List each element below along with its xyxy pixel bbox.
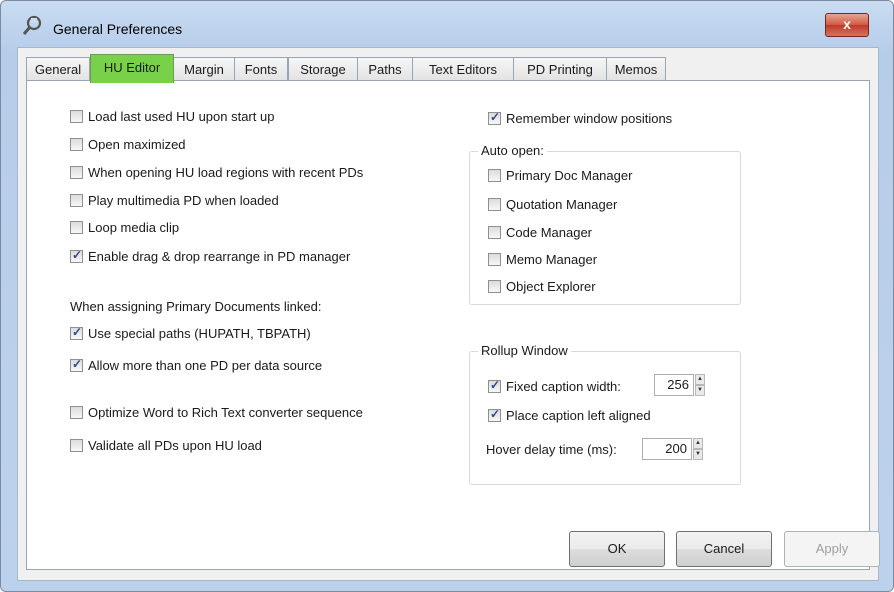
checkbox-box <box>488 407 501 422</box>
spinner-buttons: ▲ ▼ <box>695 374 705 396</box>
tab-paths[interactable]: Paths <box>357 57 413 82</box>
close-button[interactable]: x <box>825 13 869 37</box>
spin-down-icon[interactable]: ▼ <box>695 385 705 396</box>
auto-open-title: Auto open: <box>478 143 547 158</box>
caption-width-spinner: 256 ▲ ▼ <box>654 374 705 396</box>
checkbox-box <box>70 166 83 179</box>
checkbox-box <box>70 357 83 372</box>
window-title: General Preferences <box>53 21 183 37</box>
tab-margin[interactable]: Margin <box>173 57 235 82</box>
checkbox-box <box>70 248 83 263</box>
tab-general[interactable]: General <box>26 57 90 82</box>
checkbox-label: Place caption left aligned <box>506 408 651 423</box>
load-last-hu-checkbox[interactable]: Load last used HU upon start up <box>70 109 274 124</box>
place-caption-checkbox[interactable]: Place caption left aligned <box>488 407 651 423</box>
checkbox-label: Fixed caption width: <box>506 379 621 394</box>
rollup-window-title: Rollup Window <box>478 343 571 358</box>
wrench-icon <box>22 15 42 35</box>
rollup-window-group: Rollup Window Fixed caption width: 256 ▲… <box>469 343 741 485</box>
checkbox-box <box>488 378 501 393</box>
checkbox-box <box>70 110 83 123</box>
ok-button[interactable]: OK <box>569 531 665 567</box>
preferences-window: General Preferences x General HU Editor … <box>0 0 894 592</box>
checkbox-label: Object Explorer <box>506 279 596 294</box>
checkbox-label: Load last used HU upon start up <box>88 109 275 124</box>
auto-open-code-checkbox[interactable]: Code Manager <box>488 225 592 240</box>
validate-pds-checkbox[interactable]: Validate all PDs upon HU load <box>70 438 262 453</box>
hover-delay-label: Hover delay time (ms): <box>486 442 617 457</box>
checkbox-label: Enable drag & drop rearrange in PD manag… <box>88 249 351 264</box>
spin-up-icon[interactable]: ▲ <box>693 438 703 449</box>
checkbox-label: Remember window positions <box>506 111 673 126</box>
tab-fonts[interactable]: Fonts <box>234 57 288 82</box>
tab-storage[interactable]: Storage <box>288 57 358 82</box>
hover-delay-spinner: 200 ▲ ▼ <box>642 438 703 460</box>
checkbox-label: Allow more than one PD per data source <box>88 358 323 373</box>
hu-editor-panel: Load last used HU upon start up Open max… <box>26 80 880 570</box>
auto-open-primary-doc-checkbox[interactable]: Primary Doc Manager <box>488 168 632 183</box>
checkbox-box <box>70 221 83 234</box>
checkbox-box <box>70 138 83 151</box>
special-paths-checkbox[interactable]: Use special paths (HUPATH, TBPATH) <box>70 325 311 341</box>
checkbox-label: Code Manager <box>506 225 592 240</box>
assign-heading: When assigning Primary Documents linked: <box>70 299 322 314</box>
open-maximized-checkbox[interactable]: Open maximized <box>70 137 186 152</box>
spin-down-icon[interactable]: ▼ <box>693 449 703 460</box>
tab-memos[interactable]: Memos <box>606 57 666 82</box>
drag-drop-checkbox[interactable]: Enable drag & drop rearrange in PD manag… <box>70 248 351 264</box>
cancel-button[interactable]: Cancel <box>676 531 772 567</box>
checkbox-box <box>70 194 83 207</box>
checkbox-label: Loop media clip <box>88 220 180 235</box>
title-bar[interactable]: General Preferences x <box>1 1 893 39</box>
hover-delay-input[interactable]: 200 <box>642 438 692 460</box>
auto-open-object-explorer-checkbox[interactable]: Object Explorer <box>488 279 596 294</box>
checkbox-label: Primary Doc Manager <box>506 168 633 183</box>
tab-hu-editor[interactable]: HU Editor <box>90 54 174 83</box>
dialog-client: General HU Editor Margin Fonts Storage P… <box>17 47 880 581</box>
checkbox-box <box>70 439 83 452</box>
checkbox-box <box>488 226 501 239</box>
remember-positions-checkbox[interactable]: Remember window positions <box>488 110 673 126</box>
checkbox-label: Quotation Manager <box>506 197 618 212</box>
optimize-word-checkbox[interactable]: Optimize Word to Rich Text converter seq… <box>70 405 363 420</box>
checkbox-box <box>70 406 83 419</box>
checkbox-box <box>488 253 501 266</box>
load-regions-checkbox[interactable]: When opening HU load regions with recent… <box>70 165 363 180</box>
apply-button[interactable]: Apply <box>784 531 880 567</box>
checkbox-box <box>70 325 83 340</box>
checkbox-label: When opening HU load regions with recent… <box>88 165 364 180</box>
checkbox-box <box>488 280 501 293</box>
checkbox-label: Use special paths (HUPATH, TBPATH) <box>88 326 311 341</box>
checkbox-label: Memo Manager <box>506 252 598 267</box>
checkbox-box <box>488 198 501 211</box>
play-multimedia-checkbox[interactable]: Play multimedia PD when loaded <box>70 193 279 208</box>
loop-media-checkbox[interactable]: Loop media clip <box>70 220 179 235</box>
auto-open-quotation-checkbox[interactable]: Quotation Manager <box>488 197 617 212</box>
tab-text-editors[interactable]: Text Editors <box>412 57 514 82</box>
multiple-pd-checkbox[interactable]: Allow more than one PD per data source <box>70 357 323 373</box>
auto-open-memo-checkbox[interactable]: Memo Manager <box>488 252 597 267</box>
checkbox-label: Open maximized <box>88 137 186 152</box>
checkbox-label: Validate all PDs upon HU load <box>88 438 262 453</box>
tab-pd-printing[interactable]: PD Printing <box>513 57 607 82</box>
checkbox-label: Play multimedia PD when loaded <box>88 193 279 208</box>
auto-open-group: Auto open: Primary Doc Manager Quotation… <box>469 143 741 305</box>
checkbox-box <box>488 110 501 125</box>
spin-up-icon[interactable]: ▲ <box>695 374 705 385</box>
checkbox-label: Optimize Word to Rich Text converter seq… <box>88 405 363 420</box>
checkbox-box <box>488 169 501 182</box>
caption-width-input[interactable]: 256 <box>654 374 694 396</box>
spinner-buttons: ▲ ▼ <box>693 438 703 460</box>
fixed-caption-checkbox[interactable]: Fixed caption width: <box>488 378 621 394</box>
